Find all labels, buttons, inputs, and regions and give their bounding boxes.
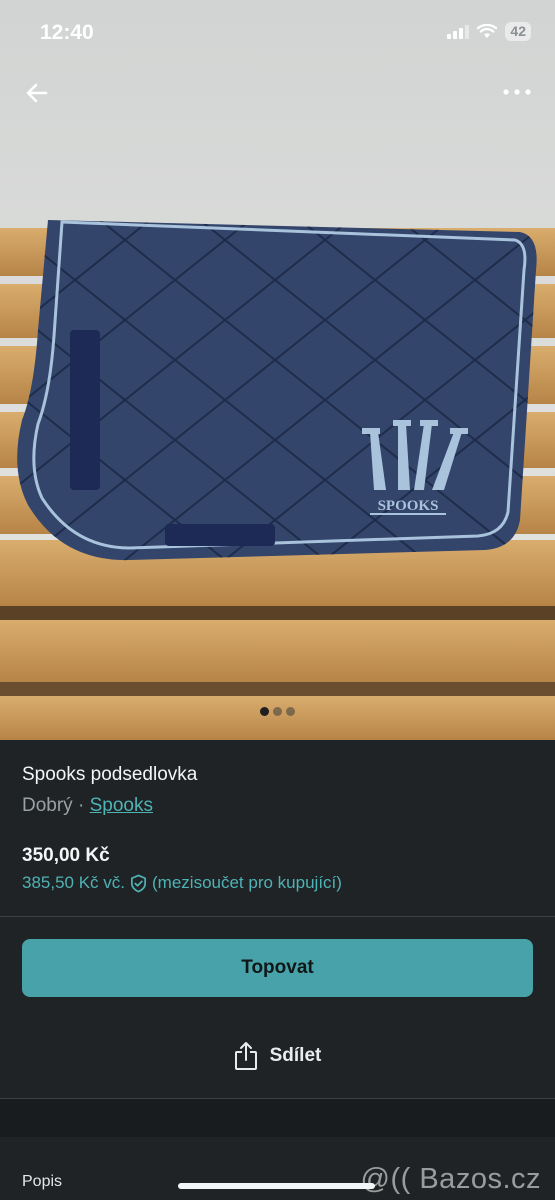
section-spacer: [0, 1099, 555, 1137]
home-indicator[interactable]: [178, 1183, 375, 1189]
more-horizontal-icon: [503, 89, 531, 95]
price-with-protection[interactable]: 385,50 Kč vč. (mezisoučet pro kupující): [22, 873, 342, 893]
share-label: Sdílet: [269, 1045, 322, 1066]
topovat-button[interactable]: Topovat: [22, 939, 533, 997]
actions-section: Topovat Sdílet: [0, 917, 555, 1098]
pad-logo-text: SPOOKS: [378, 498, 439, 514]
share-button[interactable]: Sdílet: [0, 1041, 555, 1071]
status-bar: 12:40 42: [0, 0, 555, 68]
pager-dot-1[interactable]: [260, 707, 269, 716]
listing-meta: Dobrý · Spooks: [22, 795, 153, 817]
pager-dot-3[interactable]: [286, 707, 295, 716]
arrow-left-icon: [26, 83, 48, 103]
product-photo-scene: SPOOKS: [0, 0, 555, 740]
brand-link[interactable]: Spooks: [90, 795, 153, 816]
listing-title: Spooks podsedlovka: [22, 764, 198, 785]
share-icon: [234, 1042, 257, 1070]
description-label: Popis: [22, 1173, 63, 1190]
photo-pager: [0, 707, 555, 716]
price: 350,00 Kč: [22, 845, 110, 866]
cellular-signal-icon: [447, 24, 470, 39]
site-watermark: @(( Bazos.cz: [360, 1163, 541, 1195]
price-incl-value: 385,50 Kč vč.: [22, 873, 126, 892]
shield-check-icon: [131, 874, 147, 892]
back-button[interactable]: [22, 78, 52, 108]
status-time: 12:40: [40, 21, 94, 44]
wifi-icon: [477, 24, 498, 38]
battery-indicator: 42: [505, 22, 531, 41]
pager-dot-2[interactable]: [273, 707, 282, 716]
listing-info: Spooks podsedlovka Dobrý · Spooks 350,00…: [0, 740, 555, 916]
meta-separator: ·: [77, 795, 85, 816]
status-icons: 42: [447, 22, 531, 41]
description-section: Popis @(( Bazos.cz: [0, 1137, 555, 1200]
price-incl-note: (mezisoučet pro kupující): [152, 873, 342, 892]
condition-label: Dobrý: [22, 795, 73, 816]
more-options-button[interactable]: [501, 82, 533, 102]
listing-photo[interactable]: SPOOKS 12:40 42: [0, 0, 555, 740]
